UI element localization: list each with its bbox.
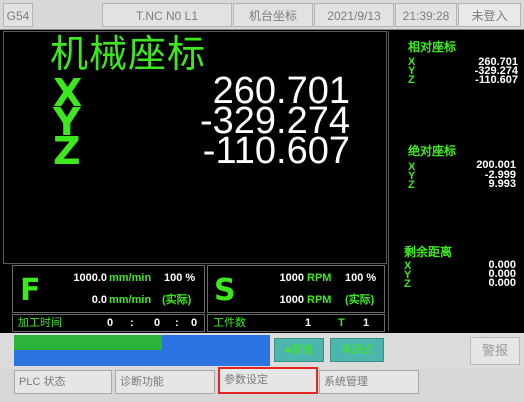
softkey-plc-status[interactable]: PLC 状态 [14, 370, 112, 394]
cycle-time-label: 加工时间 [18, 317, 62, 329]
coord-system-indicator: G54 [3, 3, 33, 27]
softkey-parameter-settings[interactable]: 参数设定 [218, 367, 318, 394]
absolute-coordinates-title: 绝对座标 [408, 144, 457, 158]
softkey-diagnostics[interactable]: 诊断功能 [115, 370, 215, 394]
absolute-z-value: 9.993 [488, 178, 516, 190]
login-status[interactable]: 未登入 [458, 3, 521, 27]
progress-bar [14, 335, 270, 366]
axis-z-label: Z [53, 129, 81, 173]
tool-number-label: T [338, 317, 345, 329]
relative-z-label: Z [408, 74, 415, 86]
date-display: 2021/9/13 [314, 3, 394, 27]
remaining-distance-title: 剩余距离 [404, 245, 453, 259]
time-display: 21:39:28 [395, 3, 457, 27]
cycle-time-seconds: 0 [191, 317, 198, 329]
spindle-actual-unit: RPM [307, 294, 332, 306]
feed-actual-tag: (实际) [162, 294, 192, 306]
spindle-command-unit: RPM [307, 272, 332, 284]
spindle-actual-value: 1000 [279, 294, 304, 306]
feed-command-unit: mm/min [109, 272, 152, 284]
axis-z-value: -110.607 [202, 130, 350, 172]
feed-command-value: 1000.0 [73, 272, 107, 284]
feed-letter: F [20, 273, 41, 308]
relative-z-value: -110.607 [475, 74, 518, 86]
cycle-time-separator-1: : [130, 317, 134, 329]
remaining-z-value: 0.000 [488, 277, 516, 289]
spindle-actual-tag: (实际) [345, 294, 375, 306]
ready-label: 就绪 [291, 344, 314, 356]
alarm-button[interactable]: 警报 [470, 337, 520, 365]
ready-indicator: ●就绪 [274, 338, 324, 362]
remaining-z-label: Z [404, 278, 411, 290]
feed-override: 100 % [164, 272, 196, 284]
top-status-bar: G54 T.NC N0 L1 机台坐标 2021/9/13 21:39:28 未… [0, 0, 524, 30]
parts-count-label: 工件数 [213, 317, 246, 329]
tool-info: T.NC N0 L1 [102, 3, 232, 27]
spindle-override: 100 % [345, 272, 377, 284]
tool-number-value: 1 [363, 317, 370, 329]
feed-actual-value: 0.0 [91, 294, 107, 306]
progress-bar-fill [14, 335, 163, 350]
cycle-time-separator-2: : [175, 317, 179, 329]
cycle-time-minutes: 0 [154, 317, 161, 329]
parts-count-value: 1 [305, 317, 312, 329]
relative-coordinates-title: 相对座标 [408, 40, 457, 54]
spindle-letter: S [214, 273, 236, 308]
absolute-z-label: Z [408, 179, 415, 191]
homing-indicator: 寻原点 [330, 338, 384, 362]
screen-name: 机台坐标 [233, 3, 313, 27]
spindle-command-value: 1000 [279, 272, 304, 284]
softkey-system-management[interactable]: 系统管理 [319, 370, 419, 394]
cycle-time-hours: 0 [107, 317, 114, 329]
feed-actual-unit: mm/min [109, 294, 152, 306]
